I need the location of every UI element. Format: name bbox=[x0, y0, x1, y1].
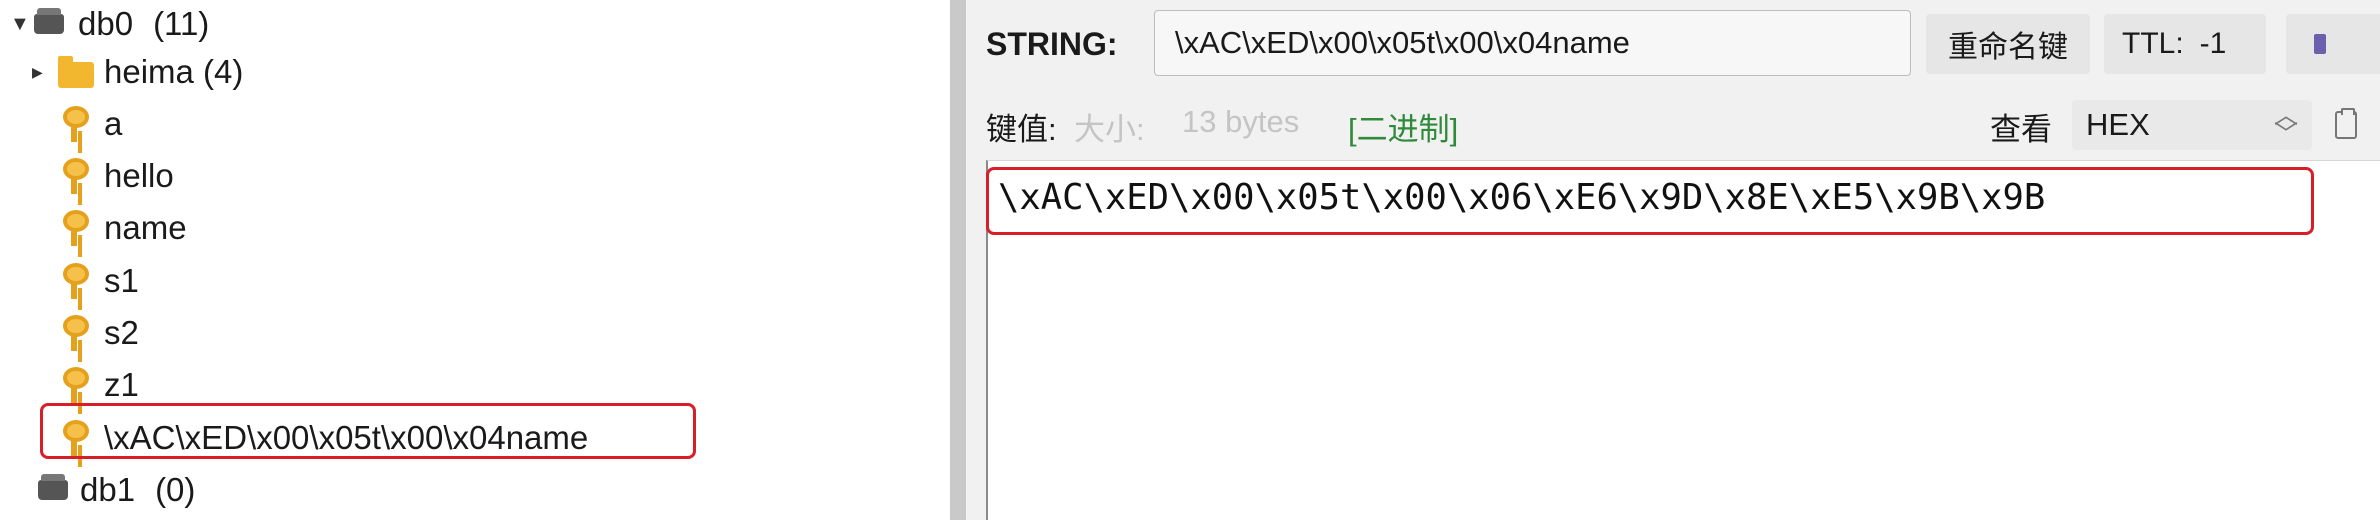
ttl-button[interactable]: TTL: -1 bbox=[2104, 14, 2266, 74]
value-hex-text: \xAC\xED\x00\x05t\x00\x06\xE6\x9D\x8E\xE… bbox=[998, 177, 2046, 218]
key-label: z1 bbox=[104, 366, 139, 403]
expanded-arrow-icon[interactable]: ▼ bbox=[10, 13, 32, 36]
tree-key-z1[interactable]: z1 bbox=[60, 361, 139, 409]
ttl-label: TTL: bbox=[2122, 27, 2184, 60]
clipboard-icon bbox=[2335, 108, 2357, 139]
key-name-field[interactable]: \xAC\xED\x00\x05t\x00\x04name bbox=[1154, 10, 1911, 76]
tree-key-s2[interactable]: s2 bbox=[60, 309, 139, 357]
value-label: 键值: bbox=[986, 112, 1057, 147]
key-icon bbox=[60, 365, 89, 405]
size-value: 13 bytes bbox=[1182, 104, 1300, 139]
db1-count: (0) bbox=[155, 471, 196, 508]
panel-gutter bbox=[966, 0, 986, 520]
collapsed-arrow-icon[interactable]: ▶ bbox=[32, 64, 58, 81]
key-icon bbox=[60, 104, 89, 144]
highlight-box bbox=[40, 403, 696, 459]
value-editor[interactable]: \xAC\xED\x00\x05t\x00\x06\xE6\x9D\x8E\xE… bbox=[986, 160, 2380, 520]
tree-key-a[interactable]: a bbox=[60, 100, 122, 148]
key-icon bbox=[60, 208, 89, 248]
key-tree-panel: ▼ db0 (11) ▶ heima (4) a hello name s1 s… bbox=[0, 0, 950, 520]
database-icon bbox=[38, 474, 68, 500]
db0-count: (11) bbox=[153, 5, 210, 42]
key-label: s1 bbox=[104, 262, 139, 299]
splitter-handle[interactable] bbox=[950, 0, 966, 520]
key-label: s2 bbox=[104, 314, 139, 351]
tree-db1[interactable]: db1 (0) bbox=[38, 466, 195, 514]
rename-key-button[interactable]: 重命名键 bbox=[1926, 14, 2090, 74]
database-icon bbox=[34, 8, 64, 34]
key-icon bbox=[60, 261, 89, 301]
value-panel: STRING: \xAC\xED\x00\x05t\x00\x04name 重命… bbox=[986, 0, 2380, 520]
tree-key-hello[interactable]: hello bbox=[60, 152, 174, 200]
view-mode-select[interactable]: HEX ︿ ﹀ bbox=[2072, 100, 2312, 150]
key-label: hello bbox=[104, 157, 174, 194]
ttl-value: -1 bbox=[2199, 27, 2227, 60]
type-label: STRING: bbox=[986, 26, 1118, 62]
view-mode-value: HEX bbox=[2086, 107, 2150, 142]
key-icon bbox=[60, 156, 89, 196]
db0-label: db0 bbox=[78, 5, 134, 42]
tree-db0[interactable]: ▼ db0 (11) bbox=[10, 0, 209, 48]
key-label: a bbox=[104, 105, 123, 142]
binary-tag: [二进制] bbox=[1348, 112, 1459, 147]
folder-icon bbox=[58, 56, 94, 88]
db1-label: db1 bbox=[80, 471, 136, 508]
tree-key-s1[interactable]: s1 bbox=[60, 257, 139, 305]
trash-icon bbox=[2314, 34, 2326, 54]
size-label: 大小: bbox=[1074, 112, 1145, 147]
key-name-value: \xAC\xED\x00\x05t\x00\x04name bbox=[1175, 25, 1630, 60]
folder-label: heima (4) bbox=[104, 53, 244, 90]
tree-folder-heima[interactable]: ▶ heima (4) bbox=[32, 48, 243, 96]
copy-button[interactable] bbox=[2326, 100, 2366, 150]
key-icon bbox=[60, 313, 89, 353]
delete-button[interactable] bbox=[2286, 14, 2380, 74]
view-label: 查看 bbox=[1990, 112, 2052, 147]
key-label: name bbox=[104, 209, 187, 246]
chevron-updown-icon: ︿ ﹀ bbox=[2274, 102, 2298, 148]
tree-key-name[interactable]: name bbox=[60, 204, 187, 252]
